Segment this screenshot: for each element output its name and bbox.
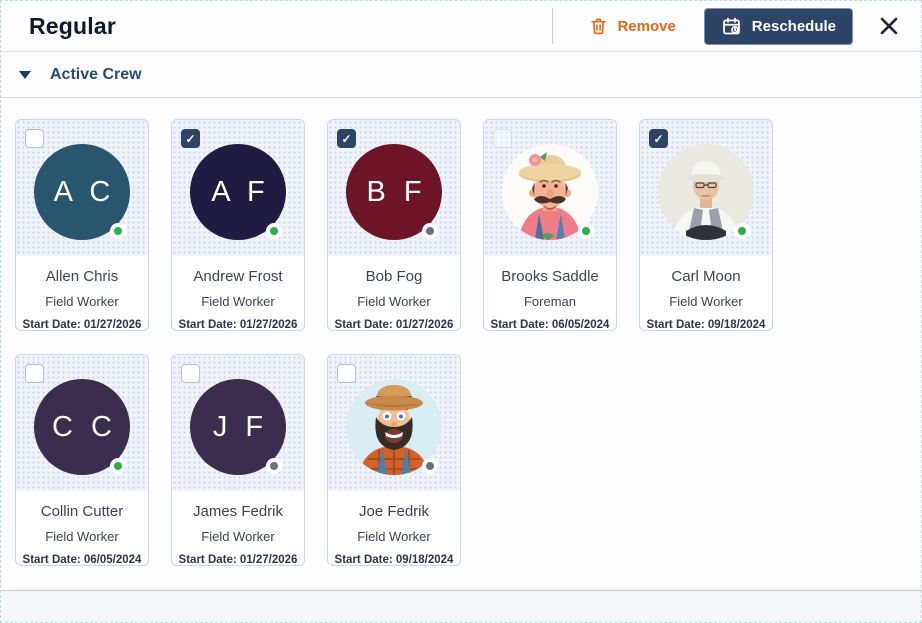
crew-name: Bob Fog [365,268,423,285]
crew-role: Field Worker [357,529,431,544]
avatar [658,144,754,240]
avatar-zone: C C [16,355,148,491]
crew-start-date: Start Date: 01/27/2026 [22,319,142,331]
panel-footer [1,590,921,622]
crew-checkbox[interactable]: ✓ [337,129,356,148]
crew-card[interactable]: C C Collin Cutter Field Worker Start Dat… [15,354,149,566]
status-dot [578,223,594,239]
crew-info: James Fedrik Field Worker Start Date: 01… [172,491,304,566]
crew-card[interactable]: J F James Fedrik Field Worker Start Date… [171,354,305,566]
crew-role: Foreman [523,294,577,309]
crew-start-date: Start Date: 01/27/2026 [178,319,298,331]
crew-info: Joe Fedrik Field Worker Start Date: 09/1… [328,491,460,566]
avatar [346,379,442,475]
remove-button-label: Remove [617,17,676,35]
avatar-initials: J F [212,410,269,443]
crew-role: Field Worker [201,294,275,309]
avatar-zone: ✓ A F [172,120,304,256]
page-title: Regular [29,12,117,39]
crew-checkbox[interactable] [25,129,44,148]
avatar-zone: J F [172,355,304,491]
reschedule-button-label: Reschedule [751,17,836,35]
crew-start-date: Start Date: 06/05/2024 [22,554,142,566]
trash-icon [589,16,608,36]
avatar-zone [328,355,460,491]
crew-info: Allen Chris Field Worker Start Date: 01/… [16,256,148,331]
avatar-initials: C C [52,410,117,443]
crew-checkbox[interactable]: ✓ [649,129,668,148]
avatar-zone: ✓ [640,120,772,256]
section-title: Active Crew [50,65,142,83]
crew-grid: A C Allen Chris Field Worker Start Date:… [1,98,921,590]
crew-card[interactable]: ✓ Carl Moon Field Worker Start Date: 09/… [639,119,773,331]
status-dot [266,458,282,474]
crew-checkbox[interactable] [25,364,44,383]
panel-header: Regular Remove Reschedule [1,1,921,52]
status-dot [422,223,438,239]
crew-checkbox[interactable] [181,364,200,383]
crew-name: James Fedrik [192,503,284,520]
status-dot [422,458,438,474]
crew-name: Carl Moon [671,268,741,285]
avatar: J F [190,379,286,475]
crew-card[interactable]: ✓ A F Andrew Frost Field Worker Start Da… [171,119,305,331]
crew-checkbox[interactable]: ✓ [181,129,200,148]
header-actions: Remove Reschedule [552,7,905,45]
status-dot [110,223,126,239]
remove-button[interactable]: Remove [579,10,685,42]
crew-start-date: Start Date: 09/18/2024 [334,554,454,566]
crew-info: Collin Cutter Field Worker Start Date: 0… [16,491,148,566]
crew-name: Allen Chris [45,268,119,285]
header-divider [552,8,554,44]
avatar: A C [34,144,130,240]
crew-name: Andrew Frost [193,268,283,285]
avatar: C C [34,379,130,475]
crew-role: Field Worker [45,529,119,544]
crew-name: Brooks Saddle [501,268,599,285]
avatar-zone: A C [16,120,148,256]
close-icon [877,14,901,38]
status-dot [110,458,126,474]
crew-info: Andrew Frost Field Worker Start Date: 01… [172,256,304,331]
avatar [502,144,598,240]
crew-role: Field Worker [669,294,743,309]
crew-role: Field Worker [357,294,431,309]
crew-name: Collin Cutter [40,503,124,520]
chevron-down-icon[interactable] [14,66,36,84]
crew-checkbox[interactable] [337,364,356,383]
crew-panel: Regular Remove Reschedule Active Crew A … [0,0,922,623]
avatar: A F [190,144,286,240]
crew-start-date: Start Date: 01/27/2026 [178,554,298,566]
avatar-zone: ✓ B F [328,120,460,256]
crew-info: Carl Moon Field Worker Start Date: 09/18… [640,256,772,331]
avatar-initials: B F [366,175,427,208]
calendar-clock-icon [721,16,742,37]
crew-info: Brooks Saddle Foreman Start Date: 06/05/… [484,256,616,331]
crew-card[interactable]: Brooks Saddle Foreman Start Date: 06/05/… [483,119,617,331]
avatar: B F [346,144,442,240]
crew-card[interactable]: Joe Fedrik Field Worker Start Date: 09/1… [327,354,461,566]
status-dot [266,223,282,239]
crew-role: Field Worker [45,294,119,309]
crew-name: Joe Fedrik [358,503,430,520]
crew-checkbox[interactable] [493,129,512,148]
avatar-zone [484,120,616,256]
avatar-initials: A C [53,175,116,208]
crew-card[interactable]: A C Allen Chris Field Worker Start Date:… [15,119,149,331]
crew-start-date: Start Date: 09/18/2024 [646,319,766,331]
crew-info: Bob Fog Field Worker Start Date: 01/27/2… [328,256,460,331]
crew-card[interactable]: ✓ B F Bob Fog Field Worker Start Date: 0… [327,119,461,331]
crew-start-date: Start Date: 06/05/2024 [490,319,610,331]
status-dot [734,223,750,239]
active-crew-section-header: Active Crew [1,52,921,98]
avatar-initials: A F [211,175,270,208]
close-button[interactable] [873,10,905,42]
crew-start-date: Start Date: 01/27/2026 [334,319,454,331]
reschedule-button[interactable]: Reschedule [703,7,853,45]
crew-role: Field Worker [201,529,275,544]
